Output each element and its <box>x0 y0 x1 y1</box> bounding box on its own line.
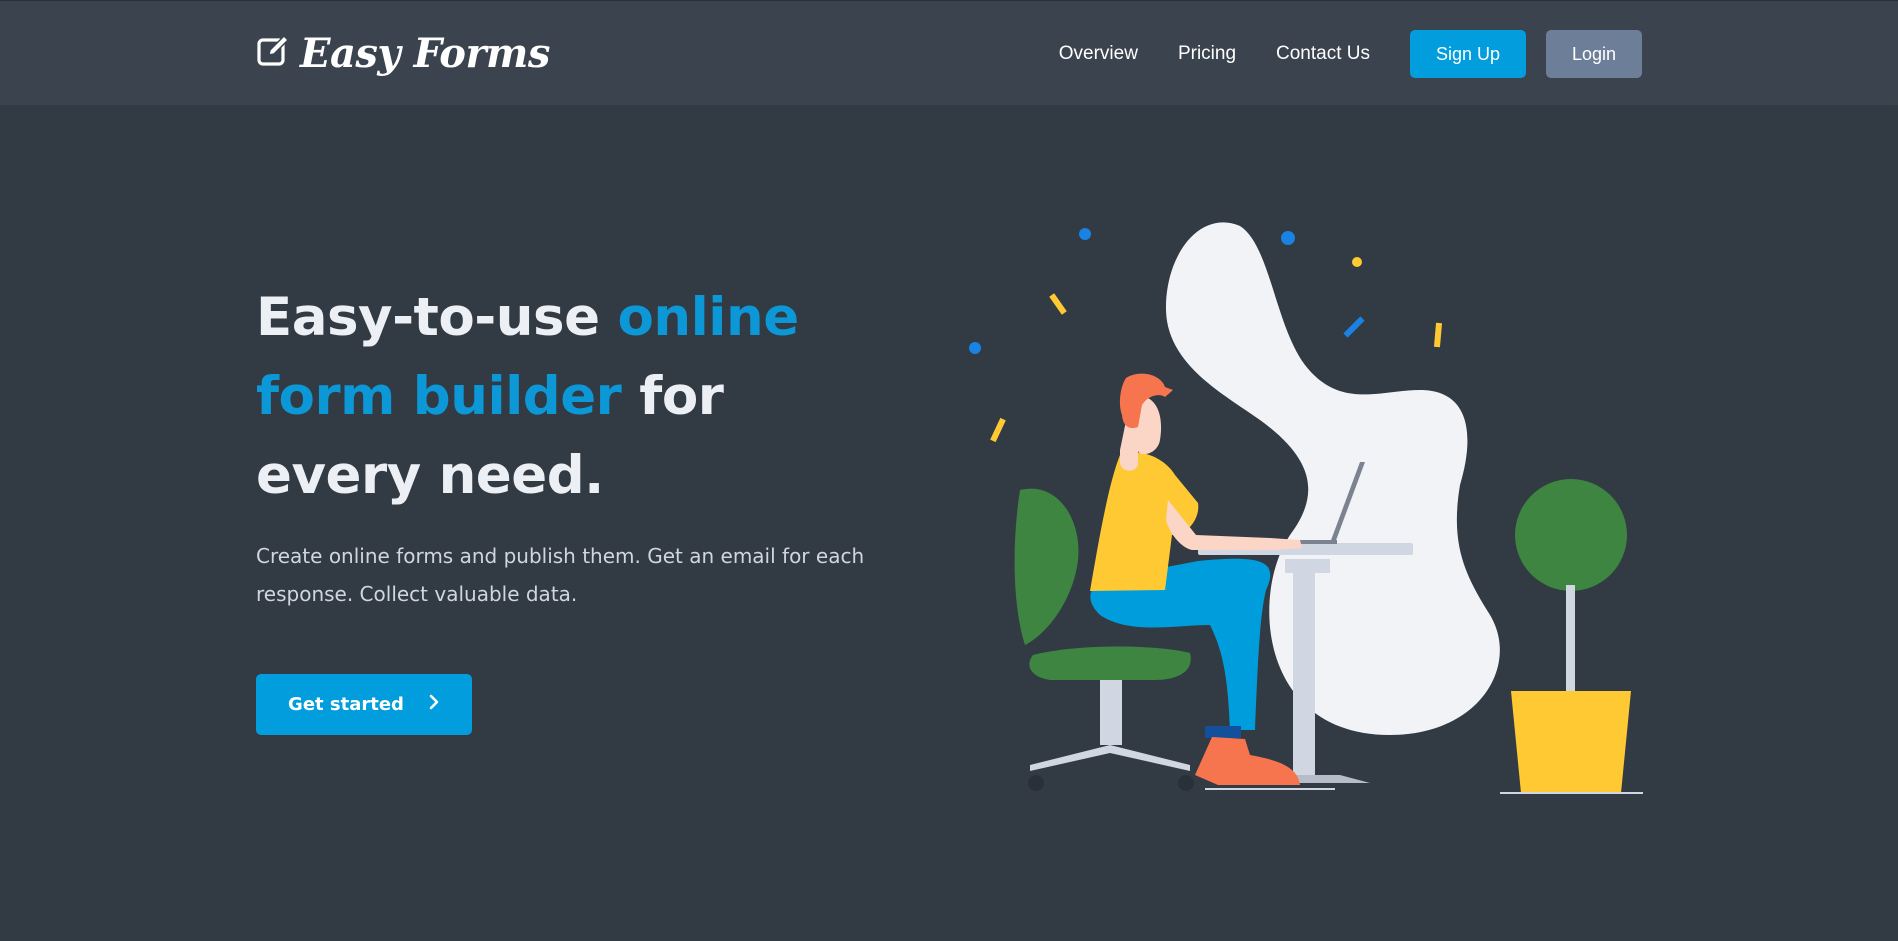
edit-square-icon <box>256 34 290 72</box>
sign-up-button[interactable]: Sign Up <box>1410 30 1526 78</box>
chevron-right-icon <box>428 694 440 715</box>
nav-link-overview[interactable]: Overview <box>1059 43 1138 65</box>
hero-title-part1: Easy-to-use <box>256 287 618 348</box>
brand-name: Easy Forms <box>300 29 550 77</box>
top-navbar: Easy Forms Overview Pricing Contact Us S… <box>0 0 1898 105</box>
main-nav: Overview Pricing Contact Us Sign Up Logi… <box>1059 30 1642 78</box>
nav-link-contact-us[interactable]: Contact Us <box>1276 43 1370 65</box>
get-started-label: Get started <box>288 694 404 715</box>
brand-logo[interactable]: Easy Forms <box>256 27 550 79</box>
hero-illustration <box>969 222 1643 794</box>
login-button[interactable]: Login <box>1546 30 1642 78</box>
background-blob-shape <box>1165 222 1500 736</box>
get-started-button[interactable]: Get started <box>256 674 472 735</box>
potted-plant <box>1500 479 1643 794</box>
hero-title: Easy-to-use online form builder for ever… <box>256 278 896 515</box>
hero-subtitle: Create online forms and publish them. Ge… <box>256 544 865 606</box>
nav-link-pricing[interactable]: Pricing <box>1178 43 1236 65</box>
